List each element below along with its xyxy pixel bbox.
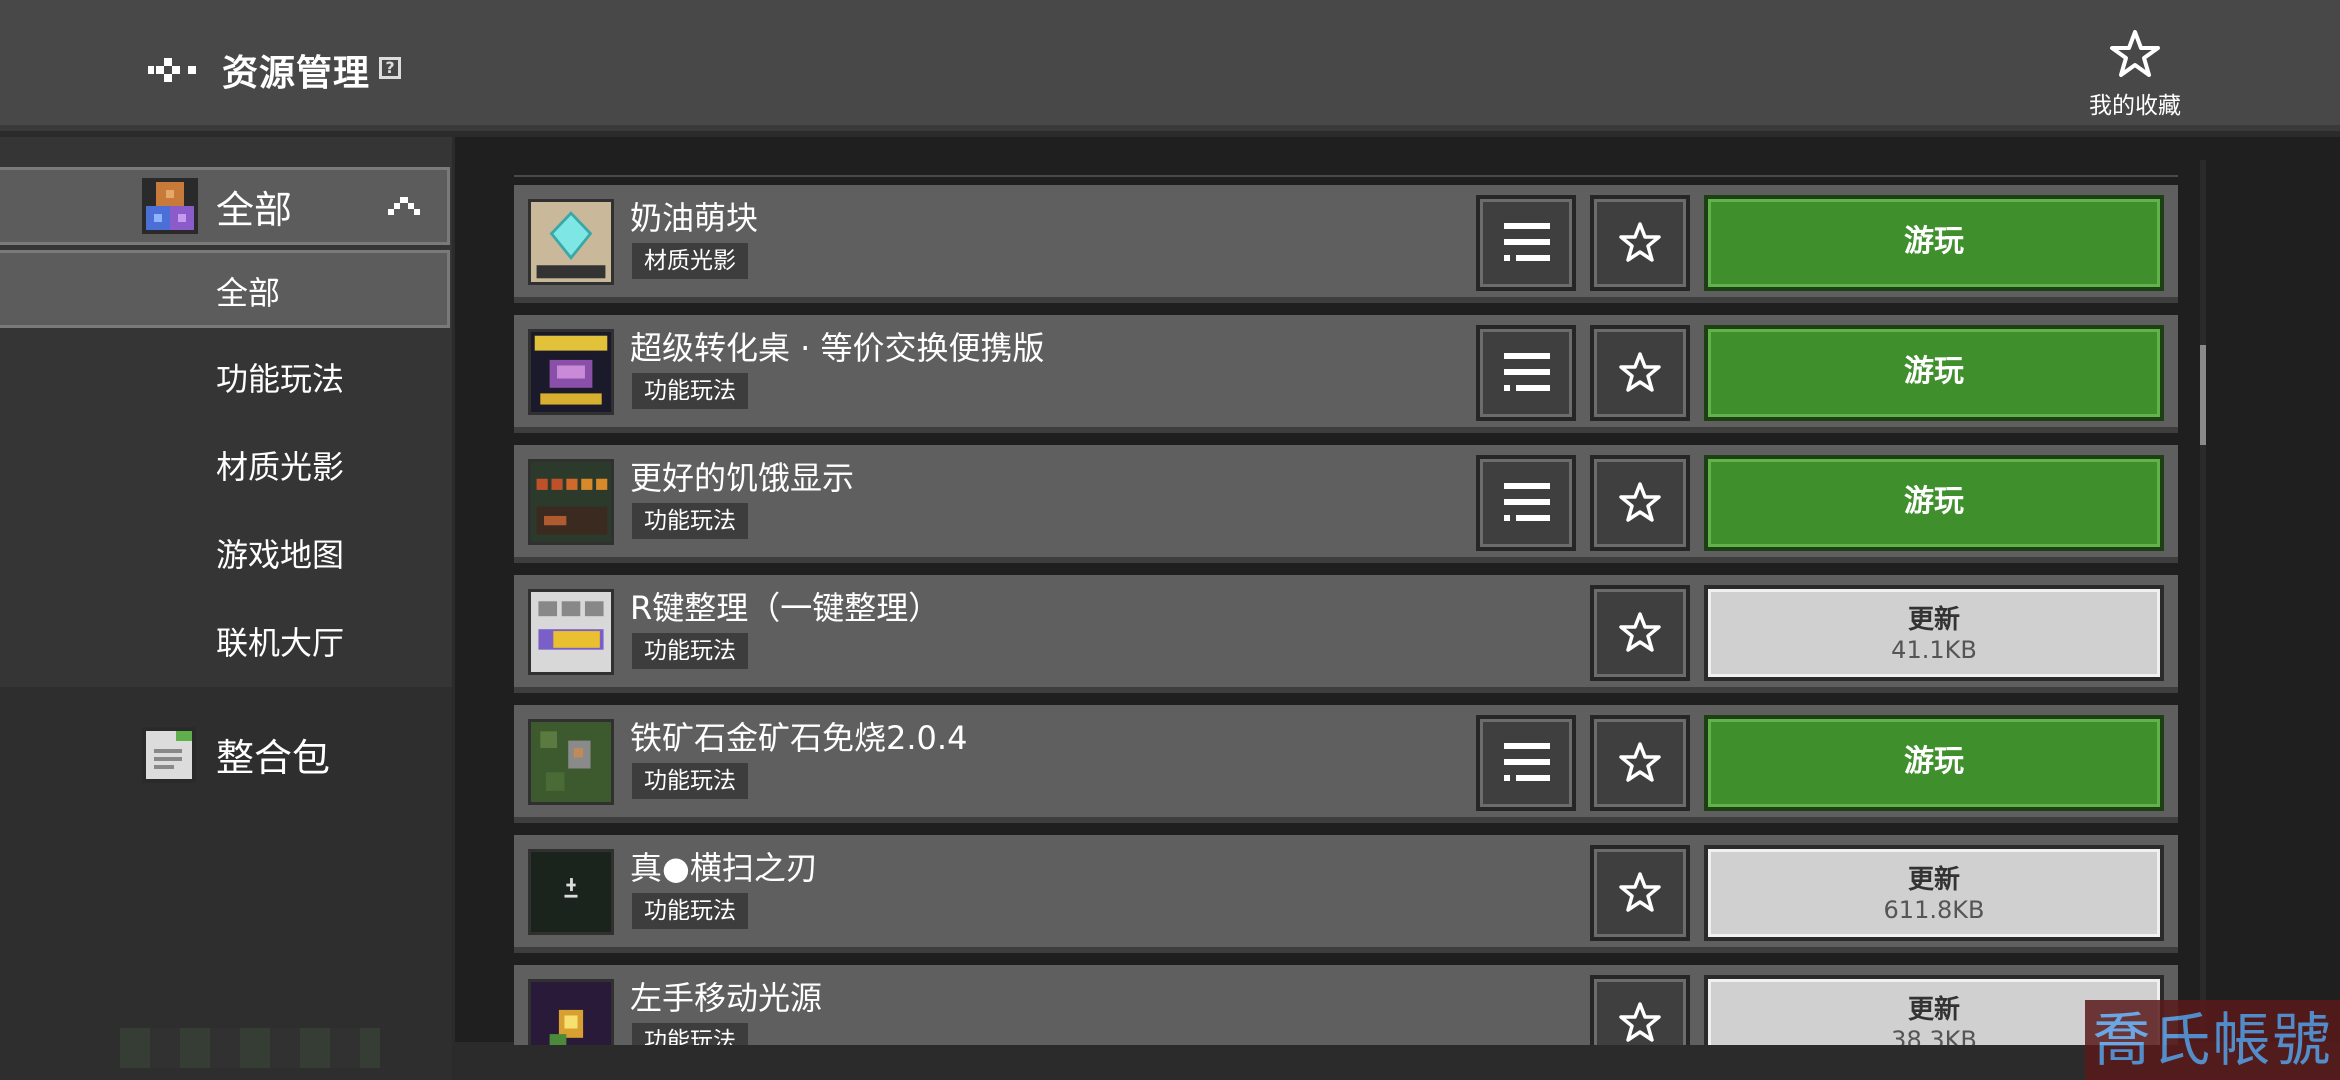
favorite-button[interactable] — [1590, 325, 1690, 421]
resource-thumbnail — [528, 719, 614, 805]
sidebar-item-label: 全部 — [216, 274, 281, 312]
sidebar-item-maps[interactable]: 游戏地图 — [0, 512, 452, 590]
favorites-label: 我的收藏 — [2089, 93, 2181, 119]
list-menu-icon — [1504, 483, 1550, 521]
resource-name: 真●横扫之刃 — [630, 849, 818, 887]
favorite-button[interactable] — [1590, 585, 1690, 681]
star-icon — [1619, 352, 1661, 392]
list-divider — [514, 175, 2178, 177]
resource-name: 铁矿石金矿石免烧2.0.4 — [630, 719, 968, 757]
sidebar-item-modpack[interactable]: 整合包 — [216, 727, 330, 782]
star-icon — [2110, 30, 2160, 77]
resource-name: 奶油萌块 — [630, 199, 759, 237]
resource-thumbnail — [528, 979, 614, 1045]
sidebar-category-label: 全部 — [216, 188, 293, 232]
sidebar-item-label: 游戏地图 — [216, 536, 345, 574]
update-size: 41.1KB — [1891, 636, 1977, 664]
resource-thumbnail — [528, 199, 614, 285]
list-item[interactable]: 超级转化桌 · 等价交换便携版 功能玩法 游玩 — [514, 315, 2178, 433]
list-menu-icon — [1504, 353, 1550, 391]
resource-name: R键整理（一键整理） — [630, 589, 941, 627]
back-button[interactable] — [148, 50, 202, 90]
modpack-icon[interactable] — [142, 727, 196, 783]
star-icon — [1619, 1002, 1661, 1042]
watermark: 喬氏帳號 — [2085, 1000, 2340, 1080]
list-item[interactable]: 左手移动光源 功能玩法 更新 38.3KB — [514, 965, 2178, 1045]
favorite-button[interactable] — [1590, 455, 1690, 551]
resource-tag: 功能玩法 — [632, 893, 748, 929]
update-label: 更新 — [1907, 865, 1960, 895]
resource-tag: 功能玩法 — [632, 1023, 748, 1045]
play-button[interactable]: 游玩 — [1704, 455, 2164, 551]
update-button[interactable]: 更新 41.1KB — [1704, 585, 2164, 681]
sidebar-item-gameplay[interactable]: 功能玩法 — [0, 336, 452, 414]
sidebar-item-textures[interactable]: 材质光影 — [0, 424, 452, 502]
list-item[interactable]: 真●横扫之刃 功能玩法 更新 611.8KB — [514, 835, 2178, 953]
resource-thumbnail — [528, 329, 614, 415]
favorite-button[interactable] — [1590, 195, 1690, 291]
sidebar-item-label: 功能玩法 — [216, 360, 345, 398]
update-size: 611.8KB — [1883, 896, 1985, 924]
favorite-button[interactable] — [1590, 975, 1690, 1045]
play-button[interactable]: 游玩 — [1704, 325, 2164, 421]
play-button[interactable]: 游玩 — [1704, 715, 2164, 811]
update-label: 更新 — [1907, 605, 1960, 635]
page-title: 资源管理 — [222, 53, 371, 94]
resource-name: 左手移动光源 — [630, 979, 823, 1017]
sidebar-item-label: 联机大厅 — [216, 624, 345, 662]
star-icon — [1619, 612, 1661, 652]
resource-tag: 功能玩法 — [632, 503, 748, 539]
star-icon — [1619, 872, 1661, 912]
favorite-button[interactable] — [1590, 715, 1690, 811]
resource-thumbnail — [528, 849, 614, 935]
loading-placeholder — [120, 1028, 380, 1068]
sidebar-item-label: 材质光影 — [216, 448, 345, 486]
details-button[interactable] — [1476, 455, 1576, 551]
list-item[interactable]: 更好的饥饿显示 功能玩法 游玩 — [514, 445, 2178, 563]
list-item[interactable]: 铁矿石金矿石免烧2.0.4 功能玩法 游玩 — [514, 705, 2178, 823]
blocks-category-icon — [142, 178, 198, 234]
update-button[interactable]: 更新 611.8KB — [1704, 845, 2164, 941]
chevron-up-icon[interactable] — [386, 193, 422, 217]
favorites-button[interactable]: 我的收藏 — [2080, 28, 2190, 119]
sidebar-item-multiplayer[interactable]: 联机大厅 — [0, 600, 452, 678]
resource-name: 更好的饥饿显示 — [630, 459, 855, 497]
star-icon — [1619, 742, 1661, 782]
list-item[interactable]: R键整理（一键整理） 功能玩法 更新 41.1KB — [514, 575, 2178, 693]
list-menu-icon — [1504, 223, 1550, 261]
resource-list[interactable]: 奶油萌块 材质光影 游玩 超级转化桌 · 等价交换便携版 功能玩法 游玩 更好的… — [514, 185, 2180, 1045]
details-button[interactable] — [1476, 195, 1576, 291]
resource-thumbnail — [528, 459, 614, 545]
back-arrow-icon — [148, 58, 196, 82]
scrollbar-track[interactable] — [2200, 160, 2206, 1040]
top-bar: 资源管理 ? 我的收藏 — [0, 0, 2340, 131]
details-button[interactable] — [1476, 715, 1576, 811]
resource-tag: 功能玩法 — [632, 633, 748, 669]
details-button[interactable] — [1476, 325, 1576, 421]
star-icon — [1619, 482, 1661, 522]
list-menu-icon — [1504, 743, 1550, 781]
resource-tag: 功能玩法 — [632, 373, 748, 409]
resource-thumbnail — [528, 589, 614, 675]
resource-tag: 材质光影 — [632, 243, 748, 279]
favorite-button[interactable] — [1590, 845, 1690, 941]
sidebar: 全部 全部 功能玩法 材质光影 游戏地图 联机大厅 整合包 — [0, 137, 452, 1080]
list-item[interactable]: 奶油萌块 材质光影 游玩 — [514, 185, 2178, 303]
help-icon[interactable]: ? — [379, 57, 401, 79]
resource-tag: 功能玩法 — [632, 763, 748, 799]
play-button[interactable]: 游玩 — [1704, 195, 2164, 291]
star-icon — [1619, 222, 1661, 262]
sidebar-item-all[interactable]: 全部 — [0, 250, 450, 328]
scrollbar-thumb[interactable] — [2200, 345, 2206, 445]
resource-name: 超级转化桌 · 等价交换便携版 — [630, 329, 1045, 367]
